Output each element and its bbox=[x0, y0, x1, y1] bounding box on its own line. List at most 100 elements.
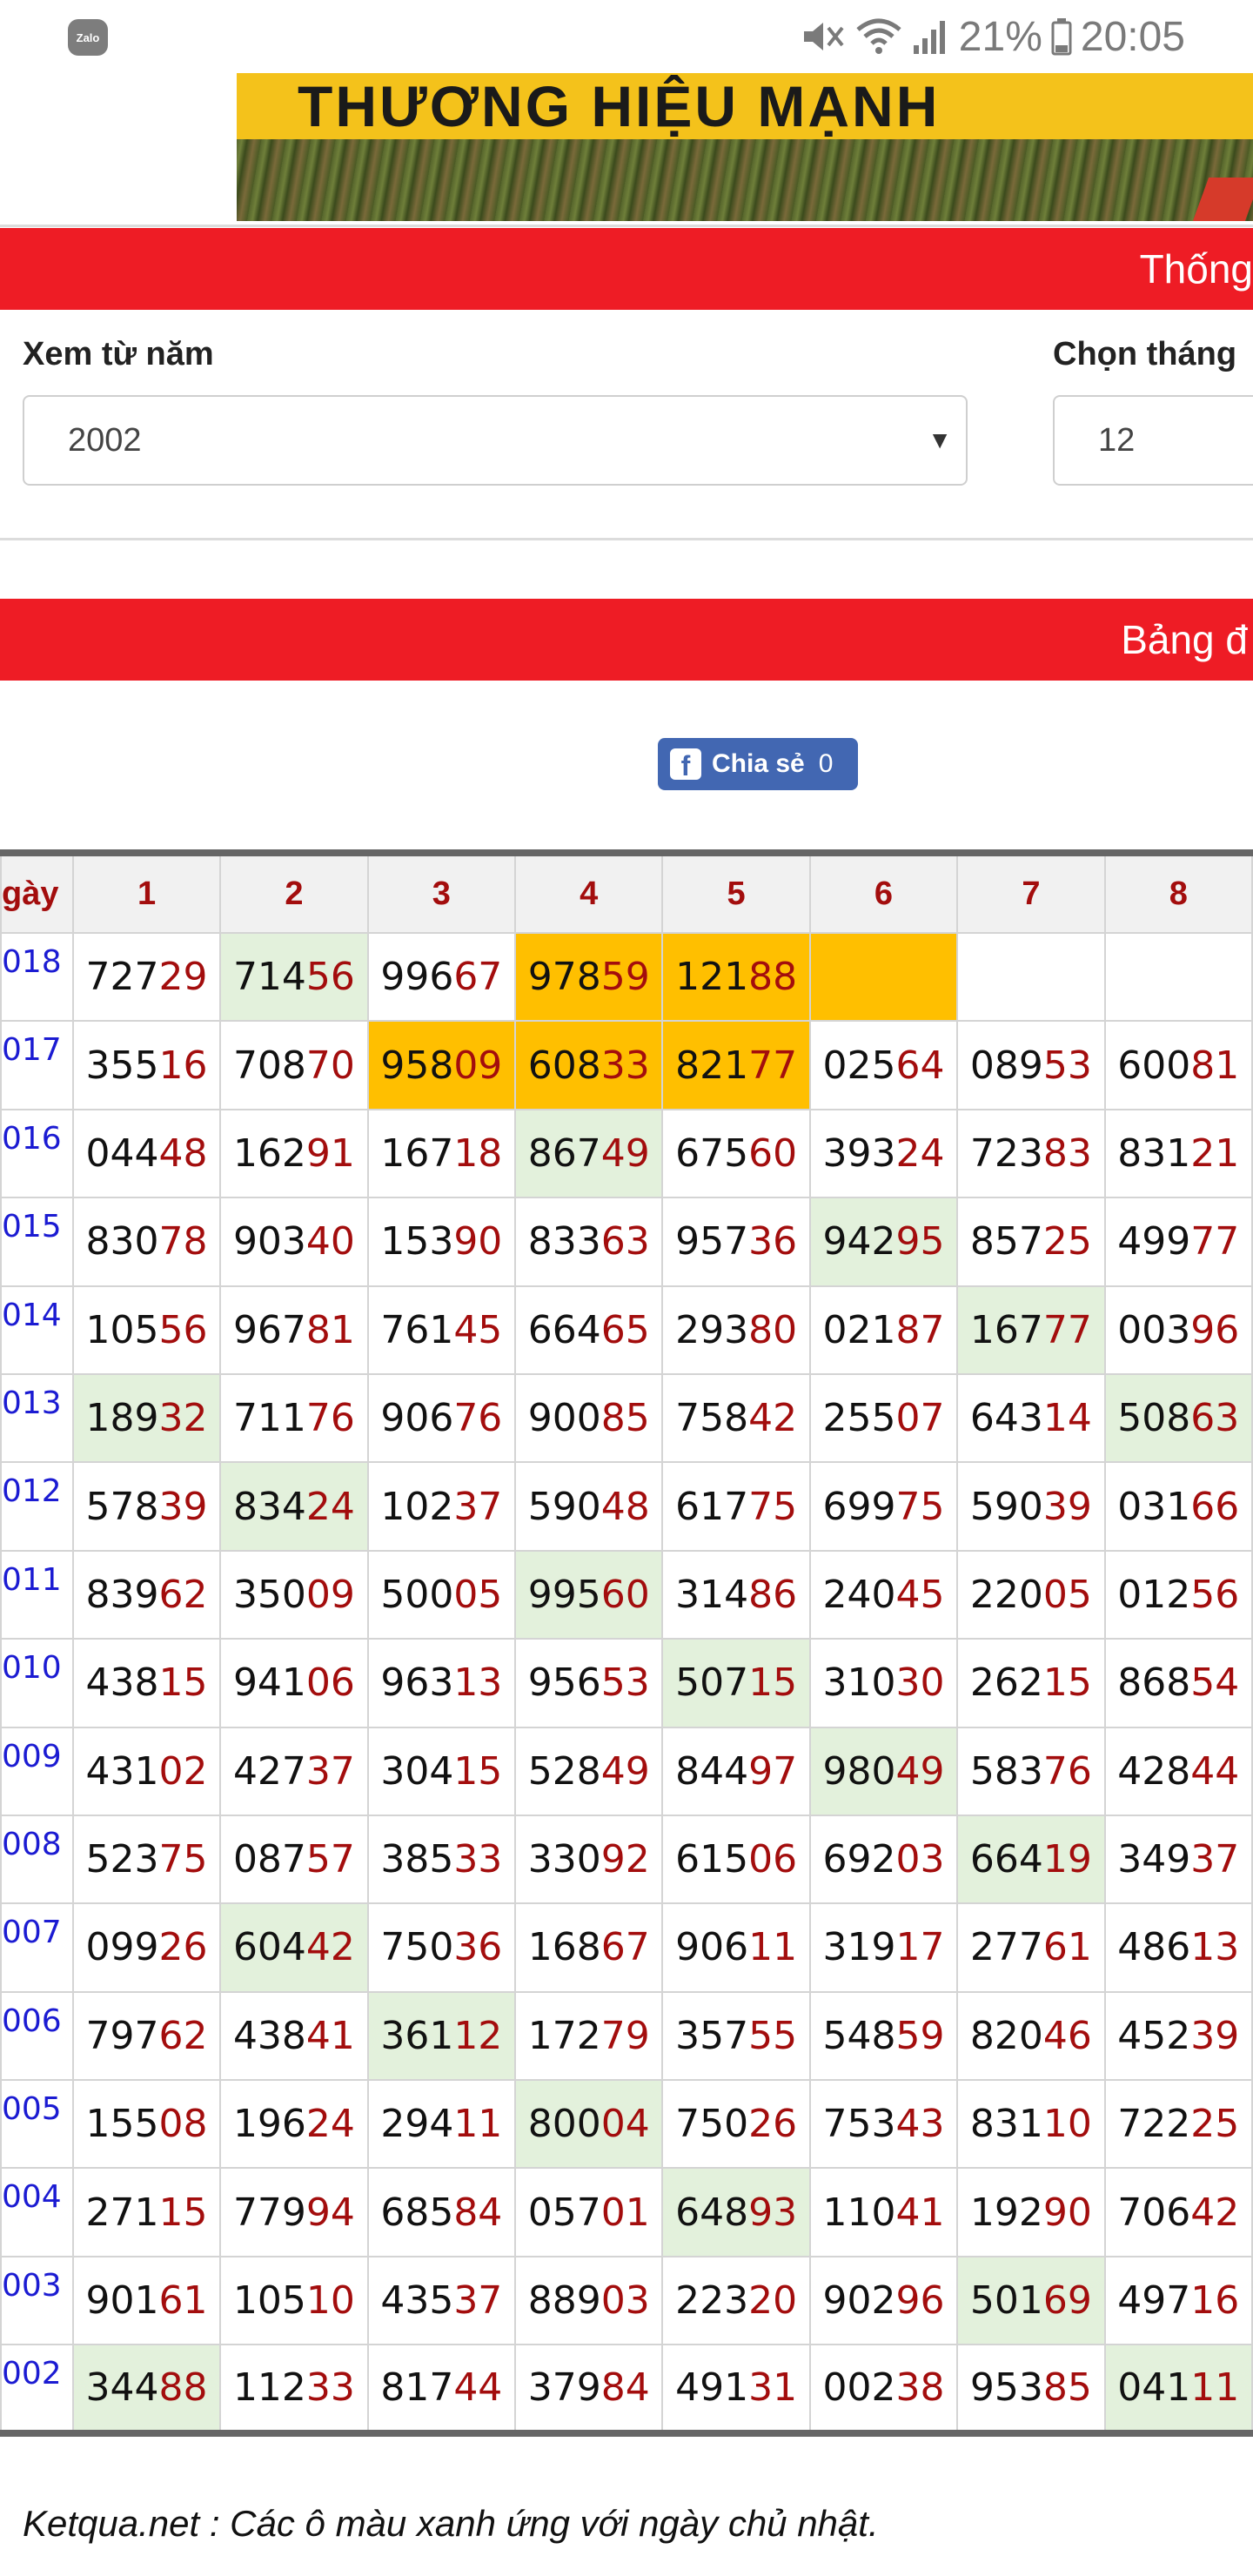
result-tail-digits: 33 bbox=[600, 1043, 650, 1088]
table-header: Bảng đ bbox=[0, 599, 1253, 681]
result-cell: 43841 bbox=[219, 1990, 369, 2082]
result-tail-digits: 76 bbox=[1042, 1748, 1092, 1794]
result-head-digits: 350 bbox=[232, 1572, 306, 1617]
table-row: 007 09926 60442 75036 16867 90611 31917 27761 48… bbox=[0, 1902, 1253, 1993]
result-tail-digits: 13 bbox=[453, 1660, 503, 1706]
table-row: 003 90161 10510 43537 88903 22320 90296 50169 49… bbox=[0, 2255, 1253, 2346]
result-tail-digits: 75 bbox=[158, 1837, 208, 1882]
result-cell: 16291 bbox=[219, 1108, 369, 1199]
result-head-digits: 192 bbox=[969, 2190, 1043, 2235]
result-cell: 19290 bbox=[956, 2167, 1106, 2257]
result-cell: 67560 bbox=[661, 1108, 811, 1199]
result-tail-digits: 39 bbox=[1042, 1484, 1092, 1529]
result-cell: 83078 bbox=[71, 1197, 222, 1287]
result-cell: 70642 bbox=[1103, 2167, 1253, 2257]
table-row: 018 72729 71456 99667 97859 12188 bbox=[0, 931, 1253, 1023]
result-cell: 48613 bbox=[1103, 1902, 1253, 1993]
result-cell: 83121 bbox=[1103, 1108, 1253, 1199]
result-cell: 16867 bbox=[514, 1902, 664, 1993]
result-head-digits: 087 bbox=[232, 1837, 306, 1882]
year-cell: 018 bbox=[0, 931, 74, 1023]
table-row: 006 79762 43841 36112 17279 35755 54859 82046 45… bbox=[0, 1990, 1253, 2082]
result-head-digits: 057 bbox=[527, 2190, 601, 2235]
result-tail-digits: 49 bbox=[895, 1748, 945, 1794]
result-head-digits: 750 bbox=[380, 1925, 454, 1970]
result-cell: 43537 bbox=[366, 2255, 517, 2346]
result-tail-digits: 15 bbox=[158, 2190, 208, 2235]
year-select[interactable]: 2002 ▼ bbox=[23, 395, 968, 486]
battery-icon bbox=[1051, 18, 1072, 56]
month-label: Chọn tháng bbox=[1053, 336, 1237, 372]
results-table: gày 12345678 018 72729 71456 99667 97859 1218… bbox=[0, 849, 1253, 2437]
result-tail-digits: 60 bbox=[748, 1130, 798, 1176]
result-cell: 02564 bbox=[808, 1020, 959, 1110]
result-head-digits: 889 bbox=[527, 2278, 601, 2324]
result-tail-digits: 24 bbox=[305, 2102, 355, 2147]
ad-banner[interactable]: THƯƠNG HIỆU MẠNH bbox=[237, 73, 1253, 221]
results-table-container[interactable]: gày 12345678 018 72729 71456 99667 97859 1218… bbox=[0, 849, 1253, 2440]
result-head-digits: 110 bbox=[822, 2190, 896, 2235]
result-cell: 95809 bbox=[366, 1020, 517, 1110]
result-head-digits: 167 bbox=[969, 1307, 1043, 1352]
result-cell: 10556 bbox=[71, 1285, 222, 1375]
result-head-digits: 844 bbox=[675, 1748, 749, 1794]
result-cell: 33092 bbox=[514, 1814, 664, 1905]
table-row: 009 43102 42737 30415 52849 84497 98049 58376 42… bbox=[0, 1726, 1253, 1816]
result-tail-digits: 75 bbox=[895, 1484, 945, 1529]
result-tail-digits: 03 bbox=[600, 2278, 650, 2324]
result-tail-digits: 02 bbox=[158, 1748, 208, 1794]
chevron-down-icon: ▼ bbox=[928, 426, 952, 453]
result-tail-digits: 85 bbox=[600, 1396, 650, 1441]
result-head-digits: 708 bbox=[232, 1043, 306, 1088]
result-head-digits: 155 bbox=[85, 2102, 159, 2147]
year-select-value: 2002 bbox=[68, 421, 142, 459]
facebook-share-button[interactable]: f Chia sẻ 0 bbox=[658, 738, 858, 790]
result-tail-digits: 43 bbox=[895, 2102, 945, 2147]
table-row: 008 52375 08757 38533 33092 61506 69203 66419 34… bbox=[0, 1814, 1253, 1905]
result-head-digits: 608 bbox=[527, 1043, 601, 1088]
year-cell: 014 bbox=[0, 1285, 74, 1375]
year-cell: 010 bbox=[0, 1638, 74, 1728]
year-cell: 005 bbox=[0, 2079, 74, 2170]
result-cell: 29380 bbox=[661, 1285, 811, 1375]
result-cell: 68584 bbox=[366, 2167, 517, 2257]
result-tail-digits: 04 bbox=[600, 2102, 650, 2147]
result-head-digits: 857 bbox=[969, 1219, 1043, 1265]
result-tail-digits: 61 bbox=[158, 2278, 208, 2324]
result-cell: 60833 bbox=[514, 1020, 664, 1110]
column-header-3: 3 bbox=[366, 852, 517, 934]
result-tail-digits: 41 bbox=[305, 2013, 355, 2058]
result-head-digits: 172 bbox=[527, 2013, 601, 2058]
result-head-digits: 102 bbox=[380, 1484, 454, 1529]
result-head-digits: 906 bbox=[675, 1925, 749, 1970]
result-cell: 04448 bbox=[71, 1108, 222, 1199]
result-head-digits: 967 bbox=[232, 1307, 306, 1352]
result-head-digits: 817 bbox=[380, 2365, 454, 2410]
result-tail-digits: 62 bbox=[158, 2013, 208, 2058]
result-head-digits: 643 bbox=[969, 1396, 1043, 1441]
result-tail-digits: 06 bbox=[305, 1660, 355, 1706]
result-cell: 03166 bbox=[1103, 1461, 1253, 1552]
result-cell: 52849 bbox=[514, 1726, 664, 1816]
result-head-digits: 277 bbox=[969, 1925, 1043, 1970]
result-cell: 71176 bbox=[219, 1372, 369, 1464]
result-tail-digits: 07 bbox=[895, 1396, 945, 1441]
result-tail-digits: 59 bbox=[600, 955, 650, 1000]
result-tail-digits: 85 bbox=[1042, 2365, 1092, 2410]
result-cell: 00396 bbox=[1103, 1285, 1253, 1375]
result-tail-digits: 24 bbox=[895, 1130, 945, 1176]
result-tail-digits: 24 bbox=[305, 1484, 355, 1529]
result-cell: 26215 bbox=[956, 1638, 1106, 1728]
result-tail-digits: 91 bbox=[305, 1130, 355, 1176]
result-head-digits: 723 bbox=[969, 1130, 1043, 1176]
result-head-digits: 385 bbox=[380, 1837, 454, 1882]
result-tail-digits: 83 bbox=[1042, 1130, 1092, 1176]
result-head-digits: 685 bbox=[380, 2190, 454, 2235]
result-head-digits: 105 bbox=[232, 2278, 306, 2324]
result-tail-digits: 16 bbox=[158, 1043, 208, 1088]
result-head-digits: 831 bbox=[1117, 1130, 1191, 1176]
result-cell: 18932 bbox=[71, 1372, 222, 1464]
result-tail-digits: 97 bbox=[748, 1748, 798, 1794]
month-select[interactable]: 12 bbox=[1053, 395, 1253, 486]
result-head-digits: 031 bbox=[1117, 1484, 1191, 1529]
